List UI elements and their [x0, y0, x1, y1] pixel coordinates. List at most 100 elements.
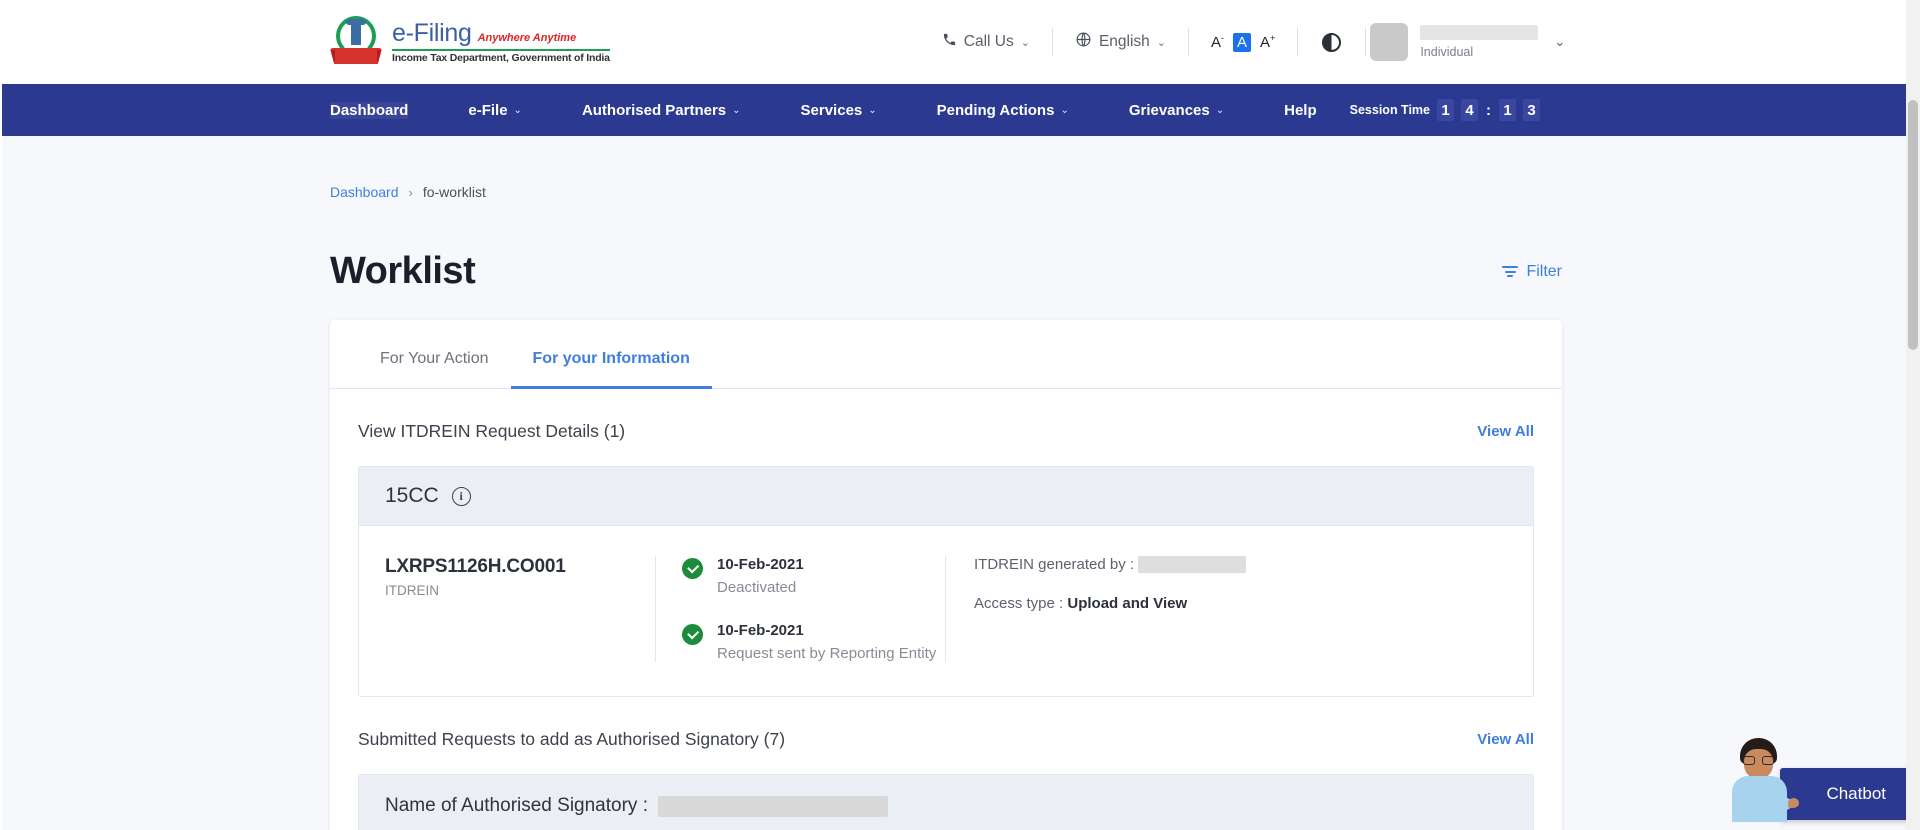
session-timer-label: Session Time — [1349, 103, 1430, 117]
worklist-card: For Your Action For your Information Vie… — [330, 320, 1562, 830]
meta-value: Upload and View — [1067, 595, 1188, 612]
brand-subtitle: Income Tax Department, Government of Ind… — [392, 51, 610, 64]
call-us-menu[interactable]: Call Us ⌄ — [920, 32, 1052, 52]
chevron-down-icon: ⌄ — [732, 104, 741, 116]
section-header-signatory: Submitted Requests to add as Authorised … — [330, 697, 1562, 750]
profile-menu[interactable]: Individual ⌄ — [1366, 23, 1565, 61]
itdrein-number: LXRPS1126H.CO001 — [385, 556, 566, 577]
breadcrumb-dashboard[interactable]: Dashboard — [330, 184, 399, 200]
nav-label: Services — [800, 101, 863, 119]
chevron-down-icon: ⌄ — [868, 104, 877, 116]
language-menu[interactable]: English ⌄ — [1053, 31, 1188, 53]
nav-item-pending-actions[interactable]: Pending Actions ⌄ — [937, 102, 1069, 119]
itdrein-panel-header: 15CC i — [359, 467, 1533, 526]
call-us-label: Call Us — [963, 33, 1014, 50]
avatar — [1370, 23, 1409, 61]
app-root: e-Filing Anywhere Anytime Income Tax Dep… — [0, 0, 1920, 830]
phone-icon — [942, 32, 957, 52]
nav-label: Authorised Partners — [581, 101, 727, 119]
font-size-controls: A- A A+ — [1189, 32, 1297, 52]
chevron-down-icon: ⌄ — [1060, 104, 1069, 116]
itdrein-panel: 15CC i LXRPS1126H.CO001 ITDREIN 10-Feb-2… — [358, 466, 1534, 697]
language-label: English — [1098, 33, 1150, 50]
meta-label: ITDREIN generated by : — [974, 556, 1135, 573]
itdrein-identity-column: LXRPS1126H.CO001 ITDREIN — [385, 556, 655, 662]
itdrein-label: ITDREIN — [385, 583, 439, 598]
session-digit: 1 — [1437, 99, 1454, 121]
session-digit: 4 — [1461, 99, 1478, 121]
signatory-name-label: Name of Authorised Signatory : — [385, 795, 648, 816]
filter-button[interactable]: Filter — [1502, 263, 1562, 281]
form-code-label: 15CC — [385, 484, 439, 507]
timeline-date: 10-Feb-2021 — [717, 622, 804, 639]
signatory-name-redacted — [657, 795, 888, 817]
page-scrollbar[interactable] — [1906, 0, 1920, 830]
info-icon[interactable]: i — [451, 486, 471, 506]
india-emblem-icon — [330, 14, 382, 70]
brand-text: e-Filing Anywhere Anytime Income Tax Dep… — [392, 20, 610, 63]
font-increase-button[interactable]: A+ — [1260, 33, 1275, 51]
meta-label: Access type : — [974, 595, 1064, 612]
brand-tagline: Anywhere Anytime — [477, 32, 577, 45]
signatory-panel-header: Name of Authorised Signatory : — [359, 775, 1533, 830]
header-divider-3 — [1297, 28, 1299, 56]
scrollbar-thumb[interactable] — [1908, 100, 1918, 350]
page-title-row: Worklist Filter — [330, 200, 1562, 293]
tab-for-your-action[interactable]: For Your Action — [358, 320, 511, 389]
worklist-tabs: For Your Action For your Information — [330, 320, 1562, 389]
timeline-status: Deactivated — [717, 579, 797, 596]
session-digit: 1 — [1499, 99, 1516, 121]
contrast-icon[interactable] — [1322, 32, 1342, 52]
profile-role: Individual — [1420, 45, 1474, 59]
tab-for-your-information[interactable]: For your Information — [510, 320, 712, 389]
nav-item-authorised-partners[interactable]: Authorised Partners ⌄ — [582, 102, 741, 119]
globe-icon — [1075, 31, 1092, 53]
section-title: Submitted Requests to add as Authorised … — [358, 729, 786, 749]
nav-label: Pending Actions — [936, 101, 1055, 119]
chatbot-avatar-icon — [1722, 734, 1800, 822]
nav-item-help[interactable]: Help — [1284, 102, 1317, 119]
filter-label: Filter — [1526, 262, 1562, 280]
chevron-down-icon: ⌄ — [1020, 36, 1030, 49]
font-normal-button[interactable]: A — [1233, 32, 1252, 52]
chatbot-button[interactable]: Chatbot — [1780, 768, 1920, 820]
nav-item-efile[interactable]: e-File ⌄ — [468, 102, 522, 119]
meta-value-redacted — [1138, 556, 1247, 573]
view-all-link-itdrein[interactable]: View All — [1477, 423, 1534, 440]
header-tools: Call Us ⌄ English ⌄ A- A A+ Individual ⌄ — [920, 23, 1565, 61]
meta-generated-by: ITDREIN generated by : — [974, 556, 1507, 573]
session-timer: Session Time 1 4 : 1 3 — [1350, 99, 1540, 121]
chevron-down-icon: ⌄ — [1156, 36, 1167, 49]
section-title: View ITDREIN Request Details (1) — [358, 421, 626, 441]
breadcrumb: Dashboard › fo-worklist — [330, 136, 1920, 200]
section-header-itdrein: View ITDREIN Request Details (1) View Al… — [330, 389, 1562, 442]
font-decrease-button[interactable]: A- — [1211, 33, 1224, 51]
nav-item-dashboard[interactable]: Dashboard — [330, 101, 409, 119]
view-all-link-signatory[interactable]: View All — [1477, 731, 1534, 748]
timeline-status: Request sent by Reporting Entity — [717, 645, 937, 662]
nav-label: Help — [1284, 101, 1317, 119]
session-colon: : — [1486, 101, 1491, 119]
check-circle-icon — [682, 624, 703, 645]
timeline-item: 10-Feb-2021 Deactivated — [682, 556, 945, 596]
check-circle-icon — [682, 558, 703, 579]
profile-name-redacted — [1420, 25, 1539, 40]
brand-logo[interactable]: e-Filing Anywhere Anytime Income Tax Dep… — [330, 14, 610, 70]
breadcrumb-current: fo-worklist — [422, 184, 486, 200]
session-digit: 3 — [1523, 99, 1540, 121]
chevron-down-icon: ⌄ — [1215, 104, 1225, 116]
nav-item-grievances[interactable]: Grievances ⌄ — [1129, 102, 1224, 119]
timeline-date: 10-Feb-2021 — [717, 556, 804, 573]
nav-label: Dashboard — [330, 101, 409, 119]
page-content: Dashboard › fo-worklist Worklist Filter … — [0, 136, 1920, 830]
brand-divider — [392, 48, 610, 51]
timeline-item: 10-Feb-2021 Request sent by Reporting En… — [682, 622, 945, 662]
main-navigation: Dashboard e-File ⌄ Authorised Partners ⌄… — [0, 84, 1920, 136]
nav-label: Grievances — [1128, 101, 1210, 119]
filter-icon — [1502, 266, 1519, 277]
nav-item-services[interactable]: Services ⌄ — [801, 102, 877, 119]
page-title: Worklist — [330, 250, 476, 292]
meta-access-type: Access type : Upload and View — [974, 595, 1507, 612]
chatbot-widget[interactable]: Chatbot — [1722, 734, 1920, 822]
signatory-panel: Name of Authorised Signatory : — [358, 774, 1534, 830]
